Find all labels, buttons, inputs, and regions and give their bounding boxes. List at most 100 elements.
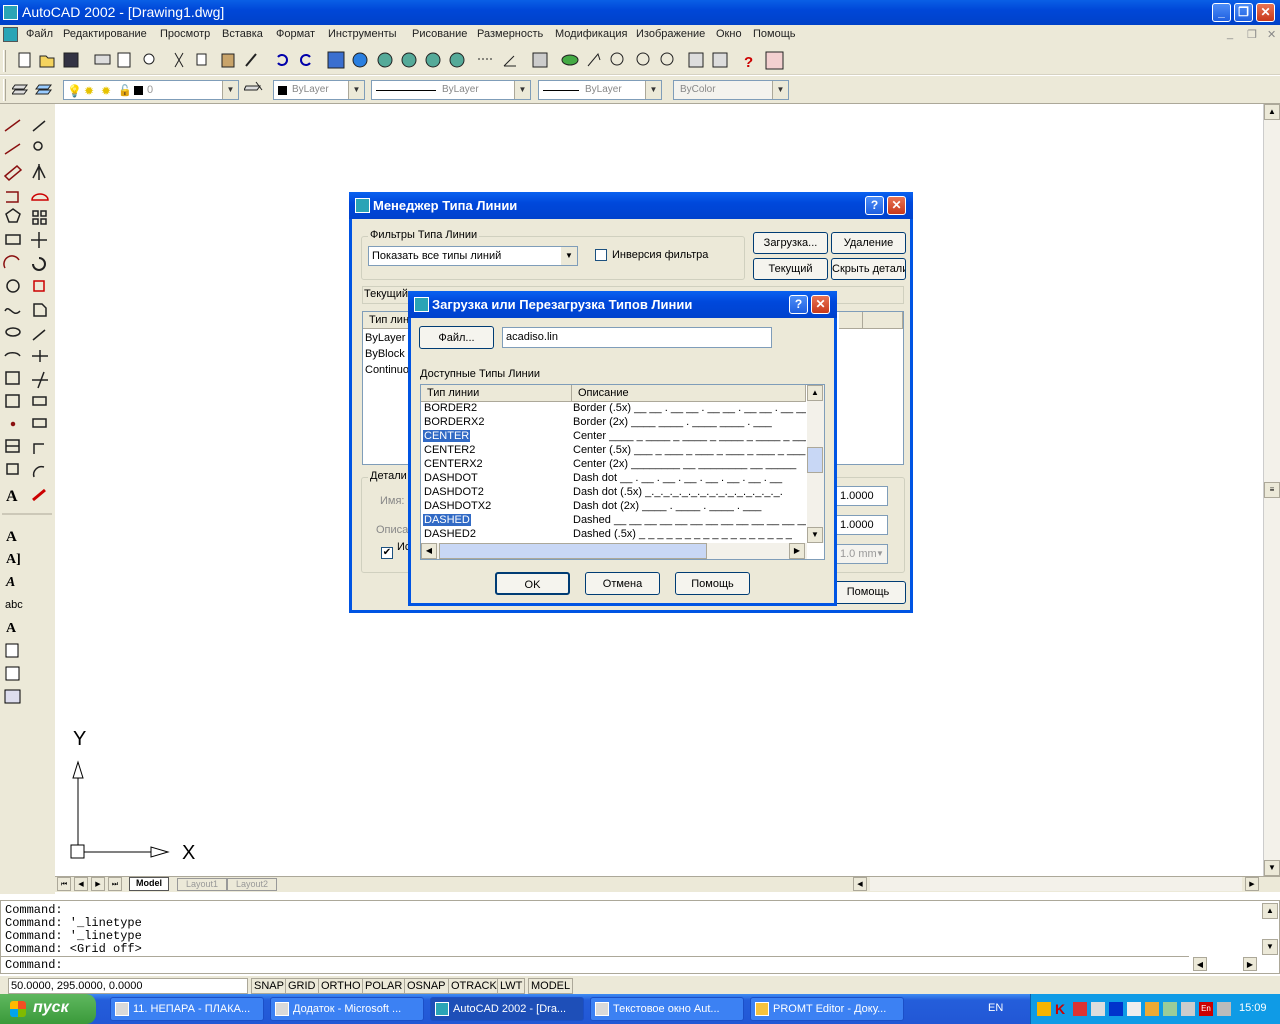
coordinates-readout[interactable]: 50.0000, 295.0000, 0.0000 — [8, 978, 248, 994]
scroll-thumb[interactable]: ≡ — [1264, 482, 1280, 498]
mdi-close-icon[interactable]: ✕ — [1267, 28, 1276, 41]
ok-button[interactable]: OK — [495, 572, 570, 595]
horizontal-scrollbar[interactable] — [870, 877, 1242, 891]
standard-toolbar-icons[interactable]: ? — [0, 46, 800, 75]
tray-media-icon[interactable] — [1109, 1002, 1123, 1016]
file-name-field[interactable]: acadiso.lin — [502, 327, 772, 348]
list-item[interactable]: ByBlock — [365, 348, 405, 360]
tab-layout2[interactable]: Layout2 — [227, 878, 278, 891]
table-row[interactable]: DASHDOTX2 Dash dot (2x) ____ . ____ . ___… — [421, 500, 806, 514]
task-button[interactable]: Текстовое окно Aut... — [590, 997, 744, 1021]
help-button[interactable]: Помощь — [830, 581, 906, 604]
color-combo[interactable]: ByLayer ▼ — [273, 80, 365, 100]
table-row[interactable]: DASHDOT Dash dot __ . __ . __ . __ . __ .… — [421, 472, 806, 486]
tray-icon[interactable] — [1091, 1002, 1105, 1016]
file-button[interactable]: Файл... — [419, 326, 494, 349]
hscroll-right-icon[interactable]: ▶ — [1245, 877, 1259, 891]
polar-toggle[interactable]: POLAR — [362, 978, 406, 994]
chevron-down-icon[interactable]: ▼ — [348, 81, 364, 99]
toolbar-grip[interactable] — [3, 79, 6, 101]
start-button[interactable]: пуск — [0, 994, 96, 1024]
chevron-down-icon[interactable]: ▼ — [222, 81, 238, 99]
chevron-down-icon[interactable]: ▼ — [514, 81, 530, 99]
tray-icon[interactable] — [1145, 1002, 1159, 1016]
dialog-help-button[interactable]: ? — [865, 196, 884, 215]
prev-tab-icon[interactable]: ◀ — [74, 877, 88, 891]
menu-format[interactable]: Формат — [276, 28, 315, 40]
task-button[interactable]: PROMT Editor - Доку... — [750, 997, 904, 1021]
menu-help[interactable]: Помощь — [753, 28, 796, 40]
command-window[interactable]: Command: Command: '_linetype Command: '_… — [0, 900, 1280, 974]
tray-volume-icon[interactable] — [1217, 1002, 1231, 1016]
lineweight-combo[interactable]: ByLayer ▼ — [538, 80, 662, 100]
task-button[interactable]: Додаток - Microsoft ... — [270, 997, 424, 1021]
layer-combo[interactable]: 💡 ✹ ✹ 🔓 0 ▼ — [63, 80, 239, 100]
menu-tools[interactable]: Инструменты — [328, 28, 397, 40]
make-current-icon[interactable] — [244, 80, 268, 100]
hide-details-button[interactable]: Скрыть детали — [831, 258, 906, 280]
task-button[interactable]: 11. НЕПАРА - ПЛАКА... — [110, 997, 264, 1021]
next-tab-icon[interactable]: ▶ — [91, 877, 105, 891]
dialog-close-button[interactable]: ✕ — [811, 295, 830, 314]
chevron-down-icon[interactable]: ▼ — [873, 545, 887, 563]
maximize-button[interactable]: ❐ — [1234, 3, 1253, 22]
plotstyle-combo[interactable]: ByColor ▼ — [673, 80, 789, 100]
vertical-scrollbar[interactable]: ▲ ≡ ▼ — [1263, 104, 1280, 876]
mdi-restore-icon[interactable]: ❐ — [1247, 28, 1257, 41]
list-scroll-up-icon[interactable]: ▲ — [807, 385, 823, 401]
osnap-toggle[interactable]: OSNAP — [404, 978, 449, 994]
global-scale-field[interactable]: 1.0000 — [836, 486, 888, 506]
list-scroll-thumb[interactable] — [807, 447, 823, 473]
minimize-button[interactable]: _ — [1212, 3, 1231, 22]
cmd-scroll-up-icon[interactable]: ▲ — [1262, 903, 1278, 919]
table-row[interactable]: DASHED2 Dashed (.5x) _ _ _ _ _ _ _ _ _ _ … — [421, 528, 806, 542]
dialog-help-button[interactable]: ? — [789, 295, 808, 314]
command-prompt[interactable]: Command: — [5, 958, 63, 972]
cmd-hscroll-left-icon[interactable]: ◀ — [1193, 957, 1207, 971]
model-toggle[interactable]: MODEL — [528, 978, 574, 994]
tab-model[interactable]: Model — [129, 877, 169, 891]
available-linetypes-list[interactable]: Тип линии Описание BORDER2 Border (.5x) _… — [420, 384, 825, 560]
invert-filter-checkbox[interactable] — [595, 249, 607, 261]
menu-image[interactable]: Изображение — [636, 28, 705, 40]
table-row[interactable]: CENTER Center ____ _ ____ _ ____ _ ____ _… — [421, 430, 806, 444]
table-row[interactable]: BORDER2 Border (.5x) __ __ . __ __ . __ _… — [421, 402, 806, 416]
table-row[interactable]: BORDERX2 Border (2x) ____ ____ . ____ ___… — [421, 416, 806, 430]
chevron-down-icon[interactable]: ▼ — [561, 247, 577, 265]
linetype-combo[interactable]: ByLayer ▼ — [371, 80, 531, 100]
menu-file[interactable]: Файл — [26, 28, 53, 40]
col-description[interactable]: Описание — [572, 385, 806, 402]
table-row[interactable]: DASHED Dashed __ __ __ __ __ __ __ __ __ … — [421, 514, 806, 528]
mdi-minimize-icon[interactable]: _ — [1227, 28, 1233, 40]
current-button[interactable]: Текущий — [753, 258, 828, 280]
first-tab-icon[interactable]: ⏮ — [57, 877, 71, 891]
cmd-scroll-down-icon[interactable]: ▼ — [1262, 939, 1278, 955]
menu-window[interactable]: Окно — [716, 28, 742, 40]
clock[interactable]: 15:09 — [1239, 1002, 1267, 1014]
col-linetype[interactable]: Тип линии — [421, 385, 572, 402]
tray-k-icon[interactable]: K — [1055, 1001, 1065, 1017]
menu-view[interactable]: Просмотр — [160, 28, 210, 40]
document-icon[interactable] — [3, 27, 18, 42]
help-button[interactable]: Помощь — [675, 572, 750, 595]
chevron-down-icon[interactable]: ▼ — [645, 81, 661, 99]
filter-select[interactable]: Показать все типы линий ▼ — [368, 246, 578, 266]
layers-icons[interactable] — [12, 80, 62, 100]
lwt-toggle[interactable]: LWT — [497, 978, 526, 994]
table-row[interactable]: CENTER2 Center (.5x) ___ _ ___ _ ___ _ __… — [421, 444, 806, 458]
paper-units-checkbox[interactable]: ✔ — [381, 547, 393, 559]
pen-width-select[interactable]: 1.0 mm ▼ — [836, 544, 888, 564]
grid-toggle[interactable]: GRID — [285, 978, 319, 994]
menu-edit[interactable]: Редактирование — [63, 28, 147, 40]
cmd-hscroll-right-icon[interactable]: ▶ — [1243, 957, 1257, 971]
autocad-app-icon[interactable] — [3, 5, 18, 20]
current-scale-field[interactable]: 1.0000 — [836, 515, 888, 535]
ortho-toggle[interactable]: ORTHO — [318, 978, 364, 994]
hscroll-left-icon[interactable]: ◀ — [853, 877, 867, 891]
tool-icons[interactable]: A A A] A abc A — [0, 104, 55, 724]
tray-icon[interactable] — [1163, 1002, 1177, 1016]
scroll-down-icon[interactable]: ▼ — [1264, 860, 1280, 876]
list-scroll-left-icon[interactable]: ◀ — [421, 543, 437, 559]
list-scroll-right-icon[interactable]: ▶ — [789, 543, 805, 559]
list-hscroll-thumb[interactable] — [439, 543, 707, 559]
